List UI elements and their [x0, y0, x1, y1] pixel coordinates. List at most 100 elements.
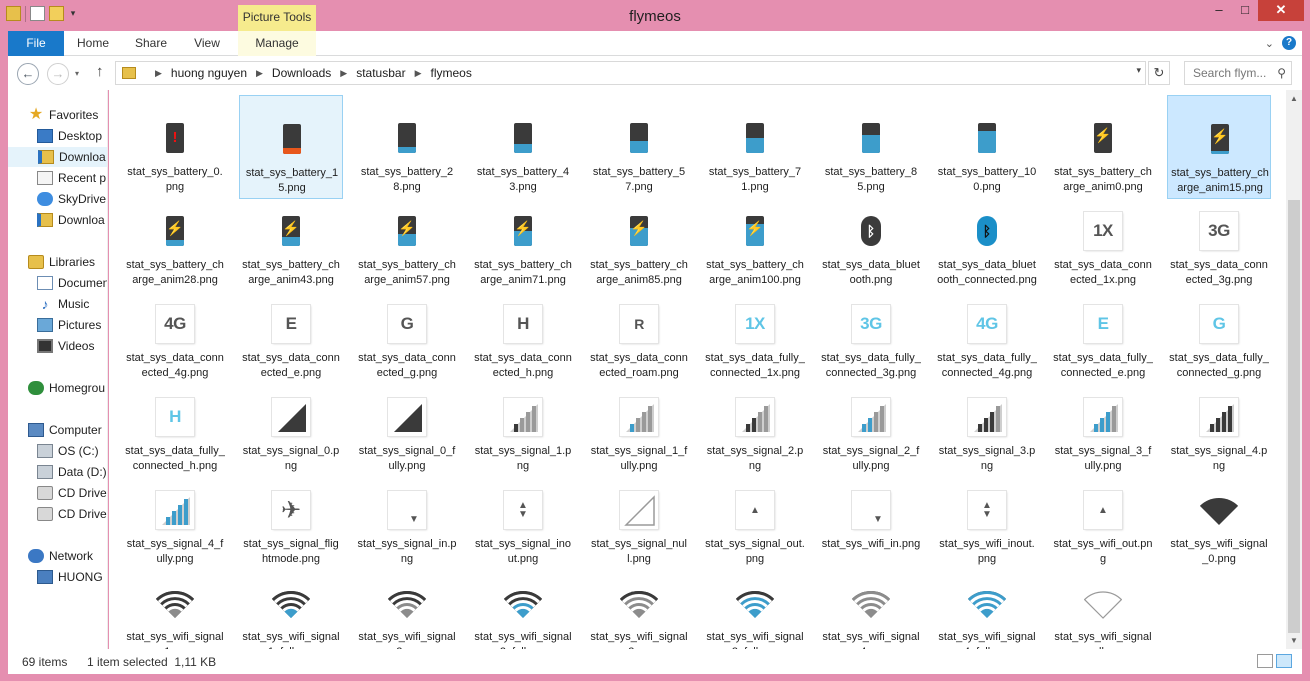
file-item[interactable]: Estat_sys_data_fully_connected_e.png: [1051, 281, 1155, 385]
file-item[interactable]: stat_sys_battery_43.png: [471, 95, 575, 199]
file-item[interactable]: stat_sys_wifi_signal_null.png: [1051, 560, 1155, 649]
file-item[interactable]: Hstat_sys_data_fully_connected_h.png: [123, 374, 227, 478]
file-item[interactable]: ⚡ stat_sys_battery_charge_anim0.png: [1051, 95, 1155, 199]
file-item[interactable]: ⚡ stat_sys_battery_charge_anim28.png: [123, 188, 227, 292]
chevron-right-icon[interactable]: ▶: [155, 68, 162, 79]
nav-network[interactable]: Network: [28, 546, 93, 566]
breadcrumb-item[interactable]: statusbar: [356, 66, 405, 80]
file-item[interactable]: Hstat_sys_data_connected_h.png: [471, 281, 575, 385]
tab-manage[interactable]: Manage: [238, 31, 316, 56]
refresh-button[interactable]: ↻: [1148, 61, 1170, 85]
nav-pictures[interactable]: Pictures: [37, 315, 101, 335]
nav-desktop[interactable]: Desktop: [37, 126, 102, 146]
file-item[interactable]: stat_sys_signal_0_fully.png: [355, 374, 459, 478]
nav-homegroup[interactable]: Homegrou: [28, 378, 105, 398]
file-item[interactable]: ⚡ stat_sys_battery_charge_anim71.png: [471, 188, 575, 292]
file-item[interactable]: Estat_sys_data_connected_e.png: [239, 281, 343, 385]
file-item[interactable]: ▲ stat_sys_signal_out.png: [703, 467, 807, 571]
file-item[interactable]: stat_sys_wifi_signal_0.png: [1167, 467, 1271, 571]
file-item[interactable]: ᛒ stat_sys_data_bluetooth_connected.png: [935, 188, 1039, 292]
nav-downloads-2[interactable]: Downloa: [37, 210, 105, 230]
file-item[interactable]: stat_sys_signal_4.png: [1167, 374, 1271, 478]
tab-file[interactable]: File: [8, 31, 64, 56]
file-item[interactable]: 3G stat_sys_data_connected_3g.png: [1167, 188, 1271, 292]
nav-recent-places[interactable]: Recent p: [37, 168, 106, 188]
chevron-right-icon[interactable]: ▶: [415, 68, 422, 79]
nav-cd-drive[interactable]: CD Drive: [37, 483, 107, 503]
maximize-button[interactable]: □: [1232, 0, 1258, 21]
file-item[interactable]: ⚡ stat_sys_battery_charge_anim85.png: [587, 188, 691, 292]
file-item[interactable]: stat_sys_battery_15.png: [239, 95, 343, 199]
file-item[interactable]: ✈ stat_sys_signal_flightmode.png: [239, 467, 343, 571]
file-item[interactable]: ⚡ stat_sys_battery_charge_anim57.png: [355, 188, 459, 292]
breadcrumb-item[interactable]: flymeos: [431, 66, 472, 80]
tab-view[interactable]: View: [184, 31, 230, 56]
file-list[interactable]: ! stat_sys_battery_0.png stat_sys_battery_…: [109, 90, 1286, 649]
file-item[interactable]: stat_sys_wifi_signal_3_fully.png: [703, 560, 807, 649]
file-item[interactable]: ⚡ stat_sys_battery_charge_anim43.png: [239, 188, 343, 292]
large-icons-view-icon[interactable]: [1276, 654, 1292, 668]
breadcrumb-item[interactable]: huong nguyen: [171, 66, 247, 80]
nav-downloads[interactable]: Downloa: [8, 147, 107, 167]
file-item[interactable]: stat_sys_wifi_signal_3.png: [587, 560, 691, 649]
file-item[interactable]: stat_sys_signal_4_fully.png: [123, 467, 227, 571]
file-item[interactable]: ▲ stat_sys_wifi_out.png: [1051, 467, 1155, 571]
tab-home[interactable]: Home: [70, 31, 116, 56]
file-item[interactable]: stat_sys_signal_2_fully.png: [819, 374, 923, 478]
file-item[interactable]: stat_sys_wifi_signal_1.png: [123, 560, 227, 649]
file-item[interactable]: ▼ stat_sys_signal_in.png: [355, 467, 459, 571]
file-item[interactable]: 4G stat_sys_data_fully_connected_4g.png: [935, 281, 1039, 385]
recent-locations-icon[interactable]: ▾: [75, 69, 79, 78]
file-item[interactable]: stat_sys_signal_0.png: [239, 374, 343, 478]
close-button[interactable]: ✕: [1258, 0, 1304, 21]
chevron-right-icon[interactable]: ▶: [256, 68, 263, 79]
address-dropdown-icon[interactable]: ▾: [1136, 65, 1141, 76]
back-button[interactable]: ←: [17, 63, 39, 85]
expand-ribbon-icon[interactable]: ⌄: [1265, 37, 1274, 50]
file-item[interactable]: Rstat_sys_data_connected_roam.png: [587, 281, 691, 385]
nav-network-pc[interactable]: HUONG: [37, 567, 103, 587]
file-item[interactable]: stat_sys_wifi_signal_4.png: [819, 560, 923, 649]
file-item[interactable]: ▲ ▼ stat_sys_signal_inout.png: [471, 467, 575, 571]
file-item[interactable]: stat_sys_signal_null.png: [587, 467, 691, 571]
file-item[interactable]: stat_sys_signal_1.png: [471, 374, 575, 478]
file-item[interactable]: stat_sys_battery_71.png: [703, 95, 807, 199]
nav-computer[interactable]: Computer: [28, 420, 102, 440]
file-item[interactable]: stat_sys_signal_3_fully.png: [1051, 374, 1155, 478]
file-item[interactable]: stat_sys_battery_100.png: [935, 95, 1039, 199]
file-item[interactable]: stat_sys_battery_85.png: [819, 95, 923, 199]
file-item[interactable]: Gstat_sys_data_connected_g.png: [355, 281, 459, 385]
address-bar[interactable]: ▶ huong nguyen ▶ Downloads ▶ statusbar ▶…: [115, 61, 1146, 85]
file-item[interactable]: stat_sys_wifi_signal_2.png: [355, 560, 459, 649]
tab-share[interactable]: Share: [126, 31, 176, 56]
nav-favorites[interactable]: ★ Favorites: [28, 105, 99, 125]
nav-videos[interactable]: Videos: [37, 336, 94, 356]
help-icon[interactable]: ?: [1282, 36, 1296, 50]
scrollbar-thumb[interactable]: [1288, 200, 1300, 633]
file-item[interactable]: stat_sys_battery_28.png: [355, 95, 459, 199]
nav-drive-c[interactable]: OS (C:): [37, 441, 99, 461]
search-input[interactable]: Search flym... ⚲: [1184, 61, 1292, 85]
forward-button[interactable]: →: [47, 63, 69, 85]
file-item[interactable]: ▼ stat_sys_wifi_in.png: [819, 467, 923, 571]
file-item[interactable]: ᛒ stat_sys_data_bluetooth.png: [819, 188, 923, 292]
scroll-up-icon[interactable]: ▲: [1286, 90, 1302, 107]
details-view-icon[interactable]: [1257, 654, 1273, 668]
nav-documents[interactable]: Documen: [37, 273, 107, 293]
file-item[interactable]: 3G stat_sys_data_fully_connected_3g.png: [819, 281, 923, 385]
file-item[interactable]: ! stat_sys_battery_0.png: [123, 95, 227, 199]
minimize-button[interactable]: –: [1206, 0, 1232, 21]
file-item[interactable]: stat_sys_signal_2.png: [703, 374, 807, 478]
file-item[interactable]: ⚡ stat_sys_battery_charge_anim15.png: [1167, 95, 1271, 199]
nav-drive-d[interactable]: Data (D:): [37, 462, 107, 482]
file-item[interactable]: 4G stat_sys_data_connected_4g.png: [123, 281, 227, 385]
scroll-down-icon[interactable]: ▼: [1286, 632, 1302, 649]
nav-music[interactable]: ♪ Music: [37, 294, 90, 314]
nav-skydrive[interactable]: SkyDrive: [37, 189, 106, 209]
file-item[interactable]: 1X stat_sys_data_fully_connected_1x.png: [703, 281, 807, 385]
file-item[interactable]: Gstat_sys_data_fully_connected_g.png: [1167, 281, 1271, 385]
breadcrumb-item[interactable]: Downloads: [272, 66, 331, 80]
file-item[interactable]: stat_sys_signal_1_fully.png: [587, 374, 691, 478]
nav-libraries[interactable]: Libraries: [28, 252, 95, 272]
file-item[interactable]: stat_sys_wifi_signal_4_fully.png: [935, 560, 1039, 649]
